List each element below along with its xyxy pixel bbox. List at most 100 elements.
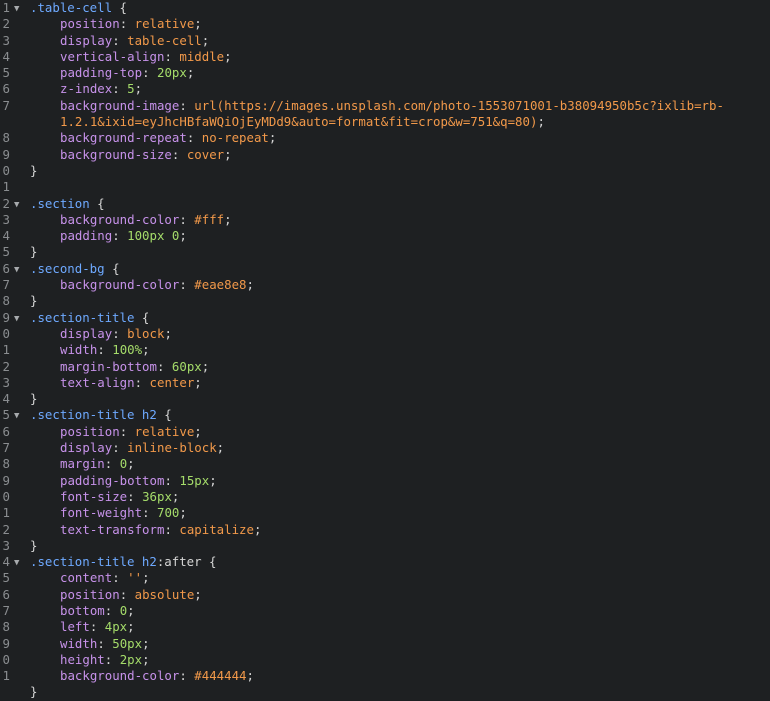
token-punc: : [104,602,120,618]
code-text: .table-cell { [30,0,770,16]
code-line[interactable]: 6 position: relative; [0,424,770,440]
code-text: } [30,684,770,700]
code-text: background-color: #fff; [30,212,770,228]
code-line[interactable]: 1 [0,179,770,195]
token-val: #444444 [194,668,247,684]
token-prop: padding [60,228,113,244]
code-line[interactable]: 2 position: relative; [0,16,770,32]
code-line[interactable]: 9 background-size: cover; [0,147,770,163]
code-line[interactable]: 3 text-align: center; [0,375,770,391]
code-line[interactable]: 5 padding-top: 20px; [0,65,770,81]
line-number: 1 [2,668,10,684]
token-prop: background-size [60,146,172,162]
code-text: font-size: 36px; [30,489,770,505]
token-punc: ; [194,586,202,602]
fold-toggle-icon[interactable]: ▼ [14,262,19,278]
code-line[interactable]: } [0,684,770,700]
line-number: 4 [2,554,10,570]
code-line[interactable]: 0} [0,163,770,179]
code-line[interactable]: 9 padding-bottom: 15px; [0,473,770,489]
code-line[interactable]: 3 background-color: #fff; [0,212,770,228]
code-line[interactable]: 9 ▼ .section-title { [0,310,770,326]
code-line[interactable]: 1 background-color: #444444; [0,668,770,684]
token-punc: : [104,456,120,472]
fold-toggle-icon[interactable]: ▼ [14,408,19,424]
token-punc: : [104,651,120,667]
token-num: 5 [127,81,135,97]
code-text: background-size: cover; [30,147,770,163]
code-line[interactable]: 4 padding: 100px 0; [0,228,770,244]
code-text: margin-bottom: 60px; [30,359,770,375]
code-line[interactable]: 7 background-color: #eae8e8; [0,277,770,293]
code-text: margin: 0; [30,456,770,472]
code-line[interactable]: 9 width: 50px; [0,636,770,652]
token-num: 50px [112,635,143,651]
code-line[interactable]: 8 margin: 0; [0,456,770,472]
code-line[interactable]: 0 display: block; [0,326,770,342]
code-line[interactable]: 0 font-size: 36px; [0,489,770,505]
code-line[interactable]: 4} [0,391,770,407]
fold-toggle-icon[interactable]: ▼ [14,1,19,17]
token-punc: { [89,195,105,211]
token-val: #fff [194,211,225,227]
code-text: height: 2px; [30,652,770,668]
code-editor[interactable]: 1 ▼ .table-cell {2 position: relative; 3 disp… [0,0,770,700]
line-number: 7 [2,97,10,113]
fold-toggle-icon[interactable]: ▼ [14,555,19,571]
token-punc: : [97,342,113,358]
line-number: 1 [2,0,10,15]
code-line[interactable]: 6 ▼ .second-bg { [0,261,770,277]
token-punc: : [119,423,135,439]
code-line[interactable]: 1 width: 100%; [0,342,770,358]
code-line[interactable]: 2 text-transform: capitalize; [0,522,770,538]
token-punc: : [179,668,195,684]
token-punc: : [97,635,113,651]
code-line[interactable]: 7 bottom: 0; [0,603,770,619]
code-line[interactable]: 7 display: inline-block; [0,440,770,456]
token-punc: ; [209,472,217,488]
code-line[interactable]: 8 left: 4px; [0,619,770,635]
line-number: 5 [2,244,10,260]
code-line[interactable]: 3 display: table-cell; [0,33,770,49]
token-val: capitalize [179,521,254,537]
code-text: position: relative; [30,424,770,440]
code-line[interactable]: 2 margin-bottom: 60px; [0,359,770,375]
token-prop: position [60,423,120,439]
token-sel: .section-title h2 [30,407,157,423]
code-line[interactable]: 1 ▼ .table-cell { [0,0,770,16]
code-line[interactable]: 1.2.1&ixid=eyJhcHBfaWQiOjEyMDd9&auto=for… [0,114,770,130]
code-line[interactable]: 1 font-weight: 700; [0,505,770,521]
code-text: .section-title h2 { [30,407,770,423]
token-prop: bottom [60,602,105,618]
code-text: } [30,163,770,179]
code-line[interactable]: 6 position: absolute; [0,587,770,603]
code-line[interactable]: 7 background-image: url(https://images.un… [0,98,770,114]
code-line[interactable]: 6 z-index: 5; [0,81,770,97]
token-punc: : [112,325,128,341]
token-prop: font-size [60,488,128,504]
token-punc: ; [201,32,210,48]
token-prop: display [60,32,113,48]
line-number: 8 [2,456,10,472]
code-line[interactable]: 5 content: ''; [0,570,770,586]
code-text: padding-bottom: 15px; [30,473,770,489]
line-number: 3 [2,537,10,553]
token-punc: } [30,244,38,260]
code-line[interactable]: 2 ▼ .section { [0,196,770,212]
code-line[interactable]: 5 ▼ .section-title h2 { [0,407,770,423]
fold-toggle-icon[interactable]: ▼ [14,197,19,213]
token-punc: } [30,162,38,178]
code-line[interactable]: 4 ▼ .section-title h2:after { [0,554,770,570]
token-punc: : [112,570,128,586]
fold-toggle-icon[interactable]: ▼ [14,311,19,327]
line-number: 9 [2,472,10,488]
code-line[interactable]: 8} [0,293,770,309]
code-line[interactable]: 3} [0,538,770,554]
code-line[interactable]: 5} [0,244,770,260]
line-number: 3 [2,211,10,227]
token-prop: height [60,651,105,667]
code-line[interactable]: 8 background-repeat: no-repeat; [0,130,770,146]
token-val: block [127,325,165,341]
code-line[interactable]: 4 vertical-align: middle; [0,49,770,65]
code-line[interactable]: 0 height: 2px; [0,652,770,668]
